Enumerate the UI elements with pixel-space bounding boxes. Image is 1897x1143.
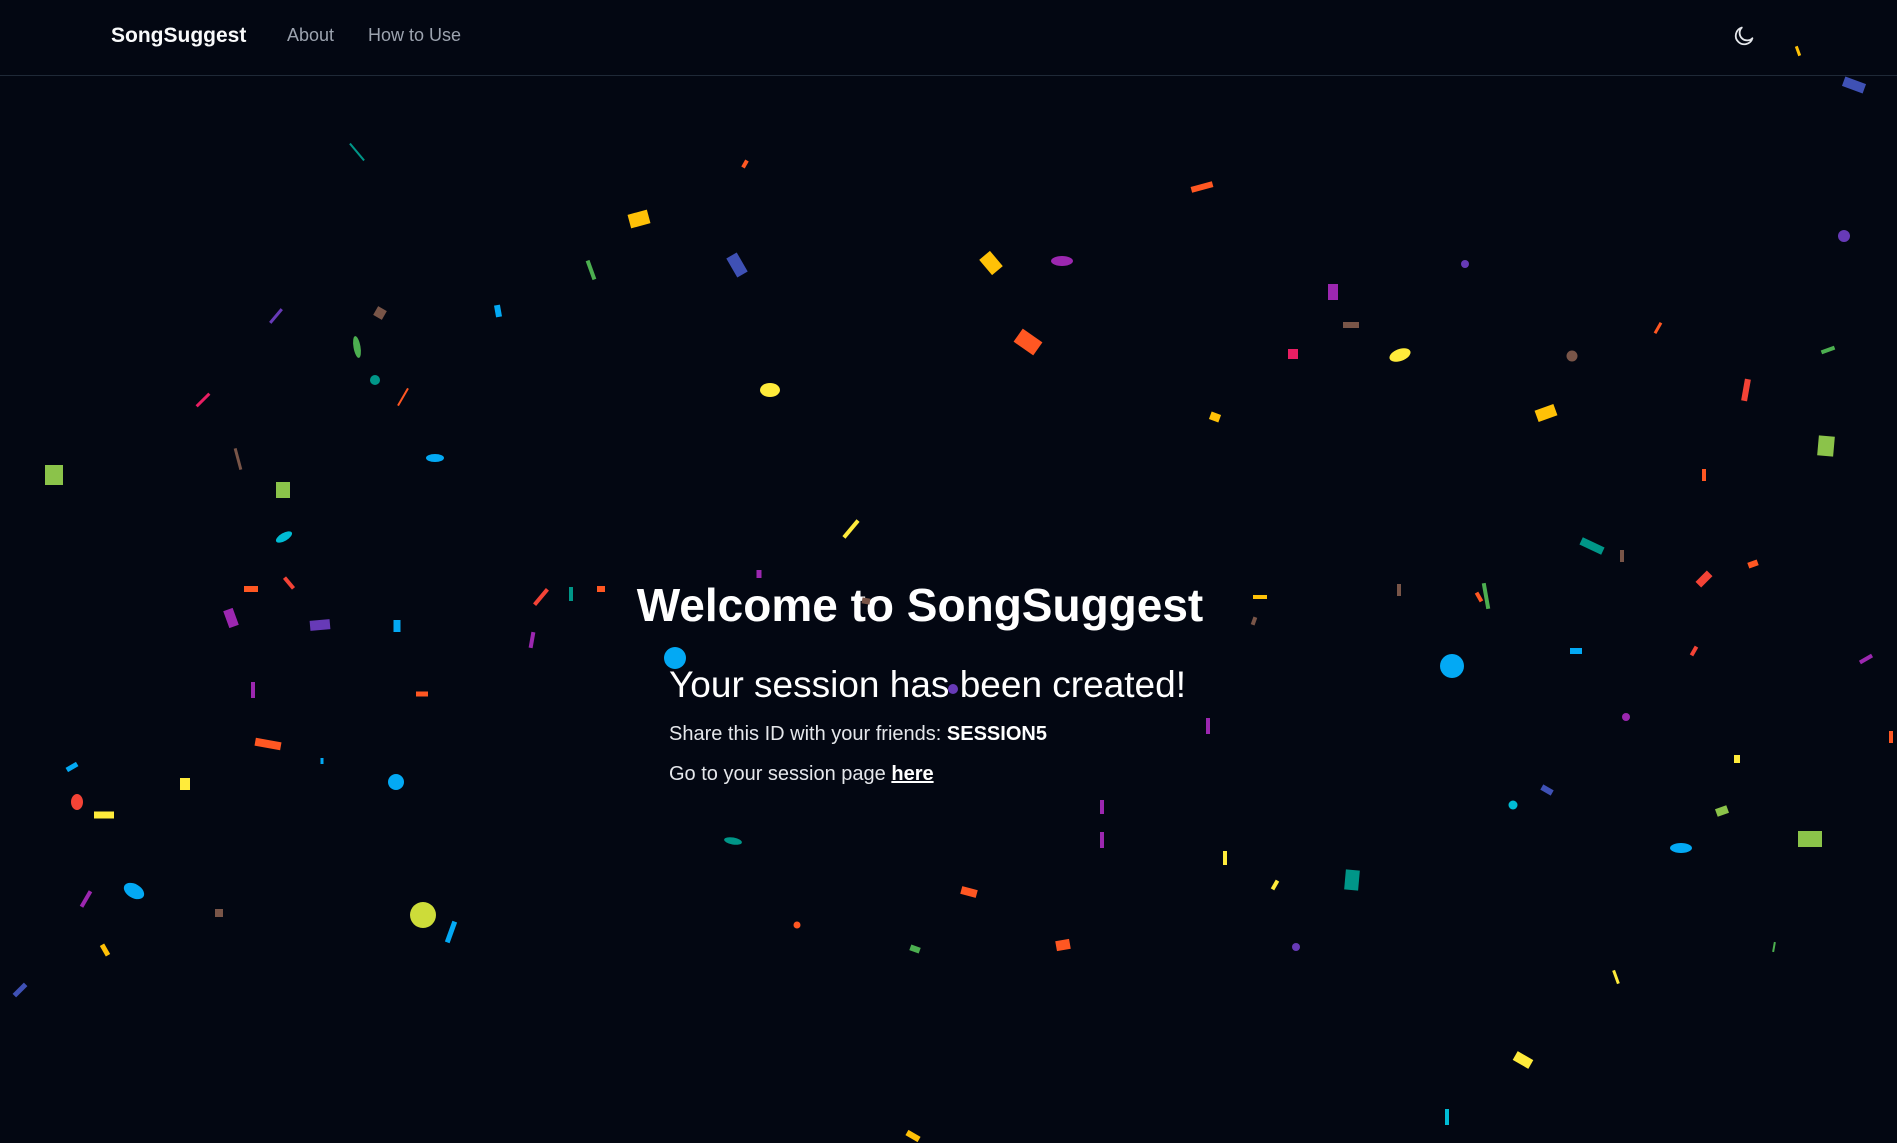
nav-link-about[interactable]: About bbox=[287, 25, 334, 46]
page-title: Welcome to SongSuggest bbox=[636, 579, 1204, 631]
session-page-label: Go to your session page bbox=[669, 763, 886, 785]
page: SongSuggest About How to Use Welcome to … bbox=[0, 0, 1897, 1143]
session-page-link[interactable]: here bbox=[891, 763, 933, 785]
nav-link-how-to-use[interactable]: How to Use bbox=[368, 25, 461, 46]
moon-icon bbox=[1734, 26, 1754, 46]
share-id-line: Share this ID with your friends: SESSION… bbox=[669, 723, 1047, 746]
top-navbar: SongSuggest About How to Use bbox=[0, 0, 1897, 76]
session-created-message: Your session has been created! bbox=[669, 664, 1186, 705]
session-page-line: Go to your session page here bbox=[669, 763, 934, 786]
share-id-label: Share this ID with your friends: bbox=[669, 723, 942, 745]
main-content: Welcome to SongSuggest Your session has … bbox=[0, 0, 1897, 1143]
brand-logo-link[interactable]: SongSuggest bbox=[111, 24, 246, 48]
session-id-value: SESSION5 bbox=[946, 723, 1047, 745]
theme-toggle-button[interactable] bbox=[1728, 20, 1760, 52]
